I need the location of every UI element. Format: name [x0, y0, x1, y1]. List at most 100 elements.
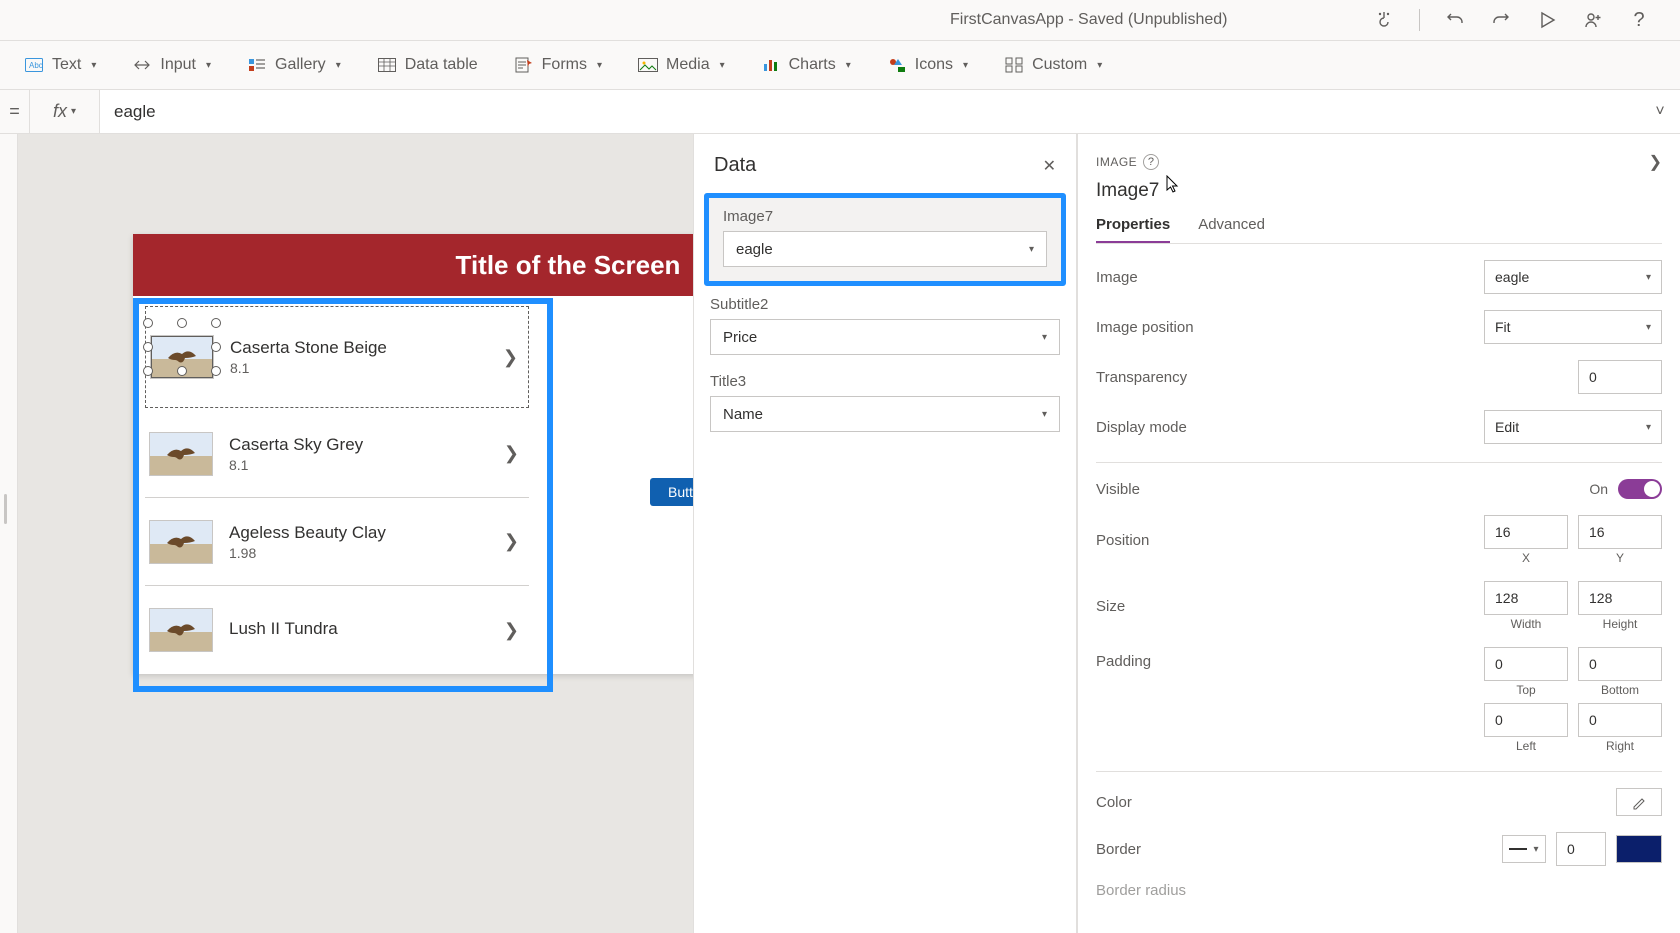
title-actions: ? [1373, 9, 1650, 31]
border-style-select[interactable]: ▾ [1502, 835, 1546, 863]
title-bar: FirstCanvasApp - Saved (Unpublished) ? [0, 0, 1680, 40]
chevron-right-icon[interactable]: ❯ [504, 443, 525, 464]
tree-rail[interactable] [0, 134, 18, 933]
eagle-image [164, 619, 198, 641]
visible-toggle[interactable] [1618, 479, 1662, 499]
gallery[interactable]: Caserta Stone Beige8.1❯Caserta Sky Grey8… [133, 296, 541, 674]
props-tabs: Properties Advanced [1096, 216, 1662, 244]
eagle-image [164, 443, 198, 465]
chevron-down-icon: ▾ [597, 60, 602, 71]
close-icon[interactable]: ✕ [1043, 156, 1056, 176]
ribbon-forms[interactable]: Forms▾ [514, 55, 602, 75]
ribbon-custom-label: Custom [1032, 56, 1087, 74]
fx-label: fx [53, 101, 67, 122]
data-field-value: eagle [736, 241, 773, 258]
ribbon-custom[interactable]: Custom ▾ [1004, 55, 1102, 75]
prop-height-input[interactable] [1578, 581, 1662, 615]
chevron-down-icon: ▾ [1097, 60, 1102, 71]
row-title: Caserta Stone Beige [230, 338, 503, 358]
tab-properties[interactable]: Properties [1096, 216, 1170, 243]
row-title: Lush II Tundra [229, 619, 504, 639]
ribbon-gallery-label: Gallery [275, 56, 326, 74]
prop-image-select[interactable]: eagle▾ [1484, 260, 1662, 294]
data-field-label: Subtitle2 [710, 296, 1060, 313]
prop-x-input[interactable] [1484, 515, 1568, 549]
ribbon-text[interactable]: Abc Text▾ [24, 55, 96, 75]
x-sublabel: X [1522, 551, 1530, 565]
divider [1419, 9, 1420, 31]
share-icon[interactable] [1582, 9, 1604, 31]
border-width-input[interactable] [1556, 832, 1606, 866]
prop-imgpos-select[interactable]: Fit▾ [1484, 310, 1662, 344]
formula-input[interactable] [100, 90, 1640, 133]
prop-transparency-input[interactable] [1578, 360, 1662, 394]
row-text: Caserta Sky Grey8.1 [229, 435, 504, 473]
data-field-block: Subtitle2 Price▾ [694, 296, 1076, 373]
data-field-value: Price [723, 329, 757, 346]
grip-icon [4, 494, 7, 524]
formula-expand-icon[interactable]: ˅ [1640, 103, 1680, 121]
undo-icon[interactable] [1444, 9, 1466, 31]
ribbon-input[interactable]: Input▾ [132, 55, 211, 75]
data-field-label: Image7 [723, 208, 1047, 225]
y-sublabel: Y [1616, 551, 1624, 565]
chevron-down-icon: ▾ [963, 60, 968, 71]
ribbon-datatable-label: Data table [405, 56, 478, 74]
row-thumbnail[interactable] [149, 432, 213, 476]
prop-image-label: Image [1096, 269, 1138, 286]
prop-size-label: Size [1096, 598, 1125, 615]
help-icon[interactable]: ? [1628, 9, 1650, 31]
prop-pad-bottom-input[interactable] [1578, 647, 1662, 681]
data-field-select[interactable]: eagle▾ [723, 231, 1047, 267]
ribbon-gallery[interactable]: Gallery ▾ [247, 55, 341, 75]
gallery-row[interactable]: Caserta Stone Beige8.1❯ [145, 306, 529, 408]
prop-pad-top-input[interactable] [1484, 647, 1568, 681]
help-circle-icon[interactable]: ? [1143, 154, 1159, 170]
equals-label: = [0, 90, 30, 133]
control-type: IMAGE ? [1096, 154, 1159, 170]
border-color-picker[interactable] [1616, 835, 1662, 863]
data-field-value: Name [723, 406, 763, 423]
row-thumbnail[interactable] [149, 520, 213, 564]
fx-dropdown[interactable]: fx▾ [30, 90, 100, 133]
chevron-right-icon[interactable]: ❯ [504, 620, 525, 641]
control-name: Image7 [1096, 180, 1662, 202]
ribbon-media[interactable]: Media▾ [638, 55, 725, 75]
chevron-right-icon[interactable]: ❯ [504, 531, 525, 552]
pad-top-sublabel: Top [1516, 683, 1535, 697]
gallery-row[interactable]: Ageless Beauty Clay1.98❯ [145, 498, 529, 586]
gallery-row[interactable]: Caserta Sky Grey8.1❯ [145, 410, 529, 498]
data-field-select[interactable]: Name▾ [710, 396, 1060, 432]
media-icon [638, 55, 658, 75]
ribbon-icons-label: Icons [915, 56, 953, 74]
play-icon[interactable] [1536, 9, 1558, 31]
prop-pad-right-input[interactable] [1578, 703, 1662, 737]
prop-display-select[interactable]: Edit▾ [1484, 410, 1662, 444]
chevron-down-icon: ▾ [336, 60, 341, 71]
selection-handles[interactable] [148, 323, 216, 371]
ribbon-charts[interactable]: Charts▾ [761, 55, 851, 75]
chevron-right-icon[interactable]: ❯ [503, 347, 524, 368]
prop-visible-value: On [1589, 481, 1608, 497]
prop-color-label: Color [1096, 794, 1132, 811]
color-picker[interactable] [1616, 788, 1662, 816]
data-field-select[interactable]: Price▾ [710, 319, 1060, 355]
pad-right-sublabel: Right [1606, 739, 1634, 753]
prop-y-input[interactable] [1578, 515, 1662, 549]
tab-advanced[interactable]: Advanced [1198, 216, 1265, 243]
redo-icon[interactable] [1490, 9, 1512, 31]
ribbon-datatable[interactable]: Data table [377, 55, 478, 75]
prop-radius-label: Border radius [1096, 882, 1186, 899]
gallery-row[interactable]: Lush II Tundra❯ [145, 586, 529, 674]
chevron-down-icon: ▾ [1533, 844, 1538, 855]
row-thumbnail[interactable] [149, 608, 213, 652]
prop-pad-left-input[interactable] [1484, 703, 1568, 737]
charts-icon [761, 55, 781, 75]
ribbon-input-label: Input [160, 56, 196, 74]
data-panel-title: Data [714, 154, 756, 177]
collapse-panel-icon[interactable]: ❯ [1649, 152, 1662, 172]
datatable-icon [377, 55, 397, 75]
prop-width-input[interactable] [1484, 581, 1568, 615]
app-checker-icon[interactable] [1373, 9, 1395, 31]
ribbon-icons[interactable]: Icons ▾ [887, 55, 968, 75]
